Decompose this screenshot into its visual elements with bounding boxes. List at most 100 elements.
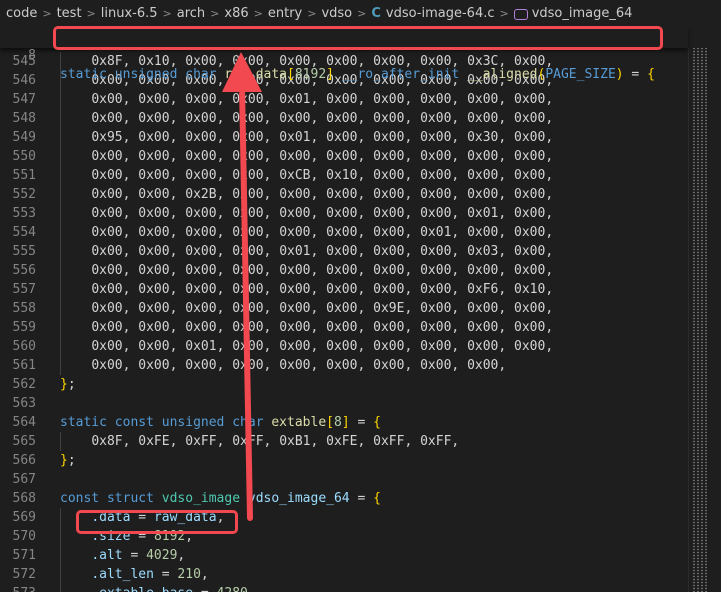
breadcrumb-item[interactable]: test (57, 6, 82, 21)
code-text[interactable]: 0x00, 0x00, 0x00, 0x00, 0x01, 0x00, 0x00… (60, 242, 553, 261)
code-token: 0x00 (138, 168, 170, 183)
code-text[interactable]: 0x00, 0x00, 0x00, 0x00, 0x01, 0x00, 0x00… (60, 90, 553, 109)
code-token: , (451, 244, 468, 259)
code-token: , (216, 320, 233, 335)
code-token: 0x00 (91, 206, 123, 221)
code-text[interactable]: 0x00, 0x00, 0x00, 0x00, 0x00, 0x00, 0x00… (60, 356, 506, 375)
breadcrumb-item[interactable]: x86 (224, 6, 248, 21)
code-text[interactable]: 0x00, 0x00, 0x00, 0x00, 0x00, 0x00, 0x00… (60, 261, 553, 280)
code-line[interactable]: 556 0x00, 0x00, 0x00, 0x00, 0x00, 0x00, … (0, 261, 688, 280)
code-text[interactable]: .extable_base = 4280, (60, 584, 255, 592)
code-line[interactable]: 571 .alt = 4029, (0, 546, 688, 565)
code-line[interactable]: 554 0x00, 0x00, 0x00, 0x00, 0x00, 0x00, … (0, 223, 688, 242)
code-token: 0x00 (467, 320, 499, 335)
code-token: 0x00 (91, 263, 123, 278)
code-token: 0x00 (185, 92, 217, 107)
minimap[interactable] (688, 48, 721, 592)
code-token: , (216, 358, 233, 373)
code-line[interactable]: 560 0x00, 0x00, 0x01, 0x00, 0x00, 0x00, … (0, 337, 688, 356)
editor-text-area[interactable]: 545 0x8F, 0x10, 0x00, 0x00, 0x00, 0x00, … (0, 52, 688, 592)
code-line[interactable]: 557 0x00, 0x00, 0x00, 0x00, 0x00, 0x00, … (0, 280, 688, 299)
breadcrumb-item[interactable]: entry (268, 6, 302, 21)
code-token: , (498, 225, 515, 240)
code-line[interactable]: 569 .data = raw_data, (0, 508, 688, 527)
code-line[interactable]: 550 0x00, 0x00, 0x00, 0x00, 0x00, 0x00, … (0, 147, 688, 166)
code-line[interactable]: 563 (0, 394, 688, 413)
breadcrumb-item[interactable]: linux-6.5 (101, 6, 158, 21)
code-line[interactable]: 565 0x8F, 0xFE, 0xFF, 0xFF, 0xB1, 0xFE, … (0, 432, 688, 451)
code-text[interactable]: .size = 8192, (60, 527, 193, 546)
code-text[interactable]: 0x00, 0x00, 0x00, 0x00, 0x00, 0x00, 0x00… (60, 223, 553, 242)
code-text[interactable]: 0x00, 0x00, 0x00, 0x00, 0x00, 0x00, 0x00… (60, 318, 553, 337)
code-text[interactable]: 0x00, 0x00, 0x2B, 0x00, 0x00, 0x00, 0x00… (60, 185, 553, 204)
code-line[interactable]: 549 0x95, 0x00, 0x00, 0x00, 0x01, 0x00, … (0, 128, 688, 147)
code-text[interactable]: 0x00, 0x00, 0x00, 0x00, 0xCB, 0x10, 0x00… (60, 166, 553, 185)
code-token: , (404, 92, 421, 107)
code-line[interactable]: 561 0x00, 0x00, 0x00, 0x00, 0x00, 0x00, … (0, 356, 688, 375)
code-line[interactable]: 573 .extable_base = 4280, (0, 584, 688, 592)
code-token: , (404, 168, 421, 183)
code-line[interactable]: 559 0x00, 0x00, 0x00, 0x00, 0x00, 0x00, … (0, 318, 688, 337)
code-line[interactable]: 553 0x00, 0x00, 0x00, 0x00, 0x00, 0x00, … (0, 204, 688, 223)
code-text[interactable]: static const unsigned char extable[8] = … (60, 413, 381, 432)
code-line[interactable]: 548 0x00, 0x00, 0x00, 0x00, 0x00, 0x00, … (0, 109, 688, 128)
breadcrumb-symbol[interactable]: vdso_image_64 (532, 6, 633, 21)
code-token: , (122, 206, 139, 221)
sticky-scroll-line[interactable]: 8 static unsigned char raw_data[8192] __… (0, 26, 688, 82)
code-token: 0x00 (91, 244, 123, 259)
code-token: , (177, 548, 186, 563)
code-line[interactable]: 551 0x00, 0x00, 0x00, 0x00, 0xCB, 0x10, … (0, 166, 688, 185)
code-text[interactable]: 0x00, 0x00, 0x01, 0x00, 0x00, 0x00, 0x00… (60, 337, 553, 356)
code-text[interactable]: 0x00, 0x00, 0x00, 0x00, 0x00, 0x00, 0x00… (60, 280, 553, 299)
code-line[interactable]: 566}; (0, 451, 688, 470)
code-line[interactable]: 558 0x00, 0x00, 0x00, 0x00, 0x00, 0x00, … (0, 299, 688, 318)
breadcrumb-item[interactable]: code (6, 6, 37, 21)
code-token: 0x00 (514, 130, 546, 145)
code-line[interactable]: 572 .alt_len = 210, (0, 565, 688, 584)
code-token: , (451, 149, 468, 164)
code-token: 0x00 (232, 130, 264, 145)
code-text[interactable]: 0x00, 0x00, 0x00, 0x00, 0x00, 0x00, 0x00… (60, 109, 553, 128)
code-line[interactable]: 8 static unsigned char raw_data[8192] __… (0, 27, 688, 82)
code-text[interactable]: .alt_len = 210, (60, 565, 208, 584)
code-token: , (451, 92, 468, 107)
code-line[interactable]: 568 const struct vdso_image vdso_image_64… (0, 489, 688, 508)
code-text[interactable]: 0x00, 0x00, 0x00, 0x00, 0x00, 0x00, 0x9E… (60, 299, 553, 318)
code-token: , (263, 92, 280, 107)
code-token: 0x00 (138, 187, 170, 202)
code-token: , (185, 529, 194, 544)
code-line[interactable]: 570 .size = 8192, (0, 527, 688, 546)
code-text[interactable]: 0x00, 0x00, 0x00, 0x00, 0x00, 0x00, 0x00… (60, 147, 553, 166)
code-text[interactable]: 0x8F, 0xFE, 0xFF, 0xFF, 0xB1, 0xFE, 0xFF… (60, 432, 459, 451)
code-line[interactable]: 567 (0, 470, 688, 489)
code-token: , (169, 339, 186, 354)
code-line[interactable]: 562}; (0, 375, 688, 394)
code-line[interactable]: 555 0x00, 0x00, 0x00, 0x00, 0x01, 0x00, … (0, 242, 688, 261)
code-token: , (451, 111, 468, 126)
code-line[interactable]: 564 static const unsigned char extable[8]… (0, 413, 688, 432)
code-line[interactable]: 552 0x00, 0x00, 0x2B, 0x00, 0x00, 0x00, … (0, 185, 688, 204)
code-line[interactable]: 547 0x00, 0x00, 0x00, 0x00, 0x01, 0x00, … (0, 90, 688, 109)
code-text[interactable]: .data = raw_data, (60, 508, 224, 527)
code-text[interactable]: }; (60, 375, 76, 394)
line-number: 573 (0, 584, 36, 592)
code-text[interactable]: .alt = 4029, (60, 546, 185, 565)
code-token: 0x00 (279, 320, 311, 335)
code-text[interactable]: const struct vdso_image vdso_image_64 = … (60, 489, 381, 508)
line-number: 563 (12, 396, 36, 411)
code-token: , (357, 111, 374, 126)
breadcrumb-file[interactable]: vdso-image-64.c (386, 6, 495, 21)
code-text[interactable]: }; (60, 451, 76, 470)
breadcrumb: code > test > linux-6.5 > arch > x86 > entry > vdso >… (0, 0, 721, 26)
code-token: , (451, 358, 468, 373)
code-token: 0x00 (373, 339, 405, 354)
code-text[interactable]: static unsigned char raw_data[8192] __ro… (60, 65, 655, 84)
code-text[interactable]: 0x00, 0x00, 0x00, 0x00, 0x00, 0x00, 0x00… (60, 204, 553, 223)
code-text[interactable]: 0x95, 0x00, 0x00, 0x00, 0x01, 0x00, 0x00… (60, 128, 553, 147)
code-token: , (357, 92, 374, 107)
breadcrumb-item[interactable]: vdso (321, 6, 352, 21)
code-token: vdso_image_64 (247, 491, 350, 506)
breadcrumb-item[interactable]: arch (177, 6, 205, 21)
